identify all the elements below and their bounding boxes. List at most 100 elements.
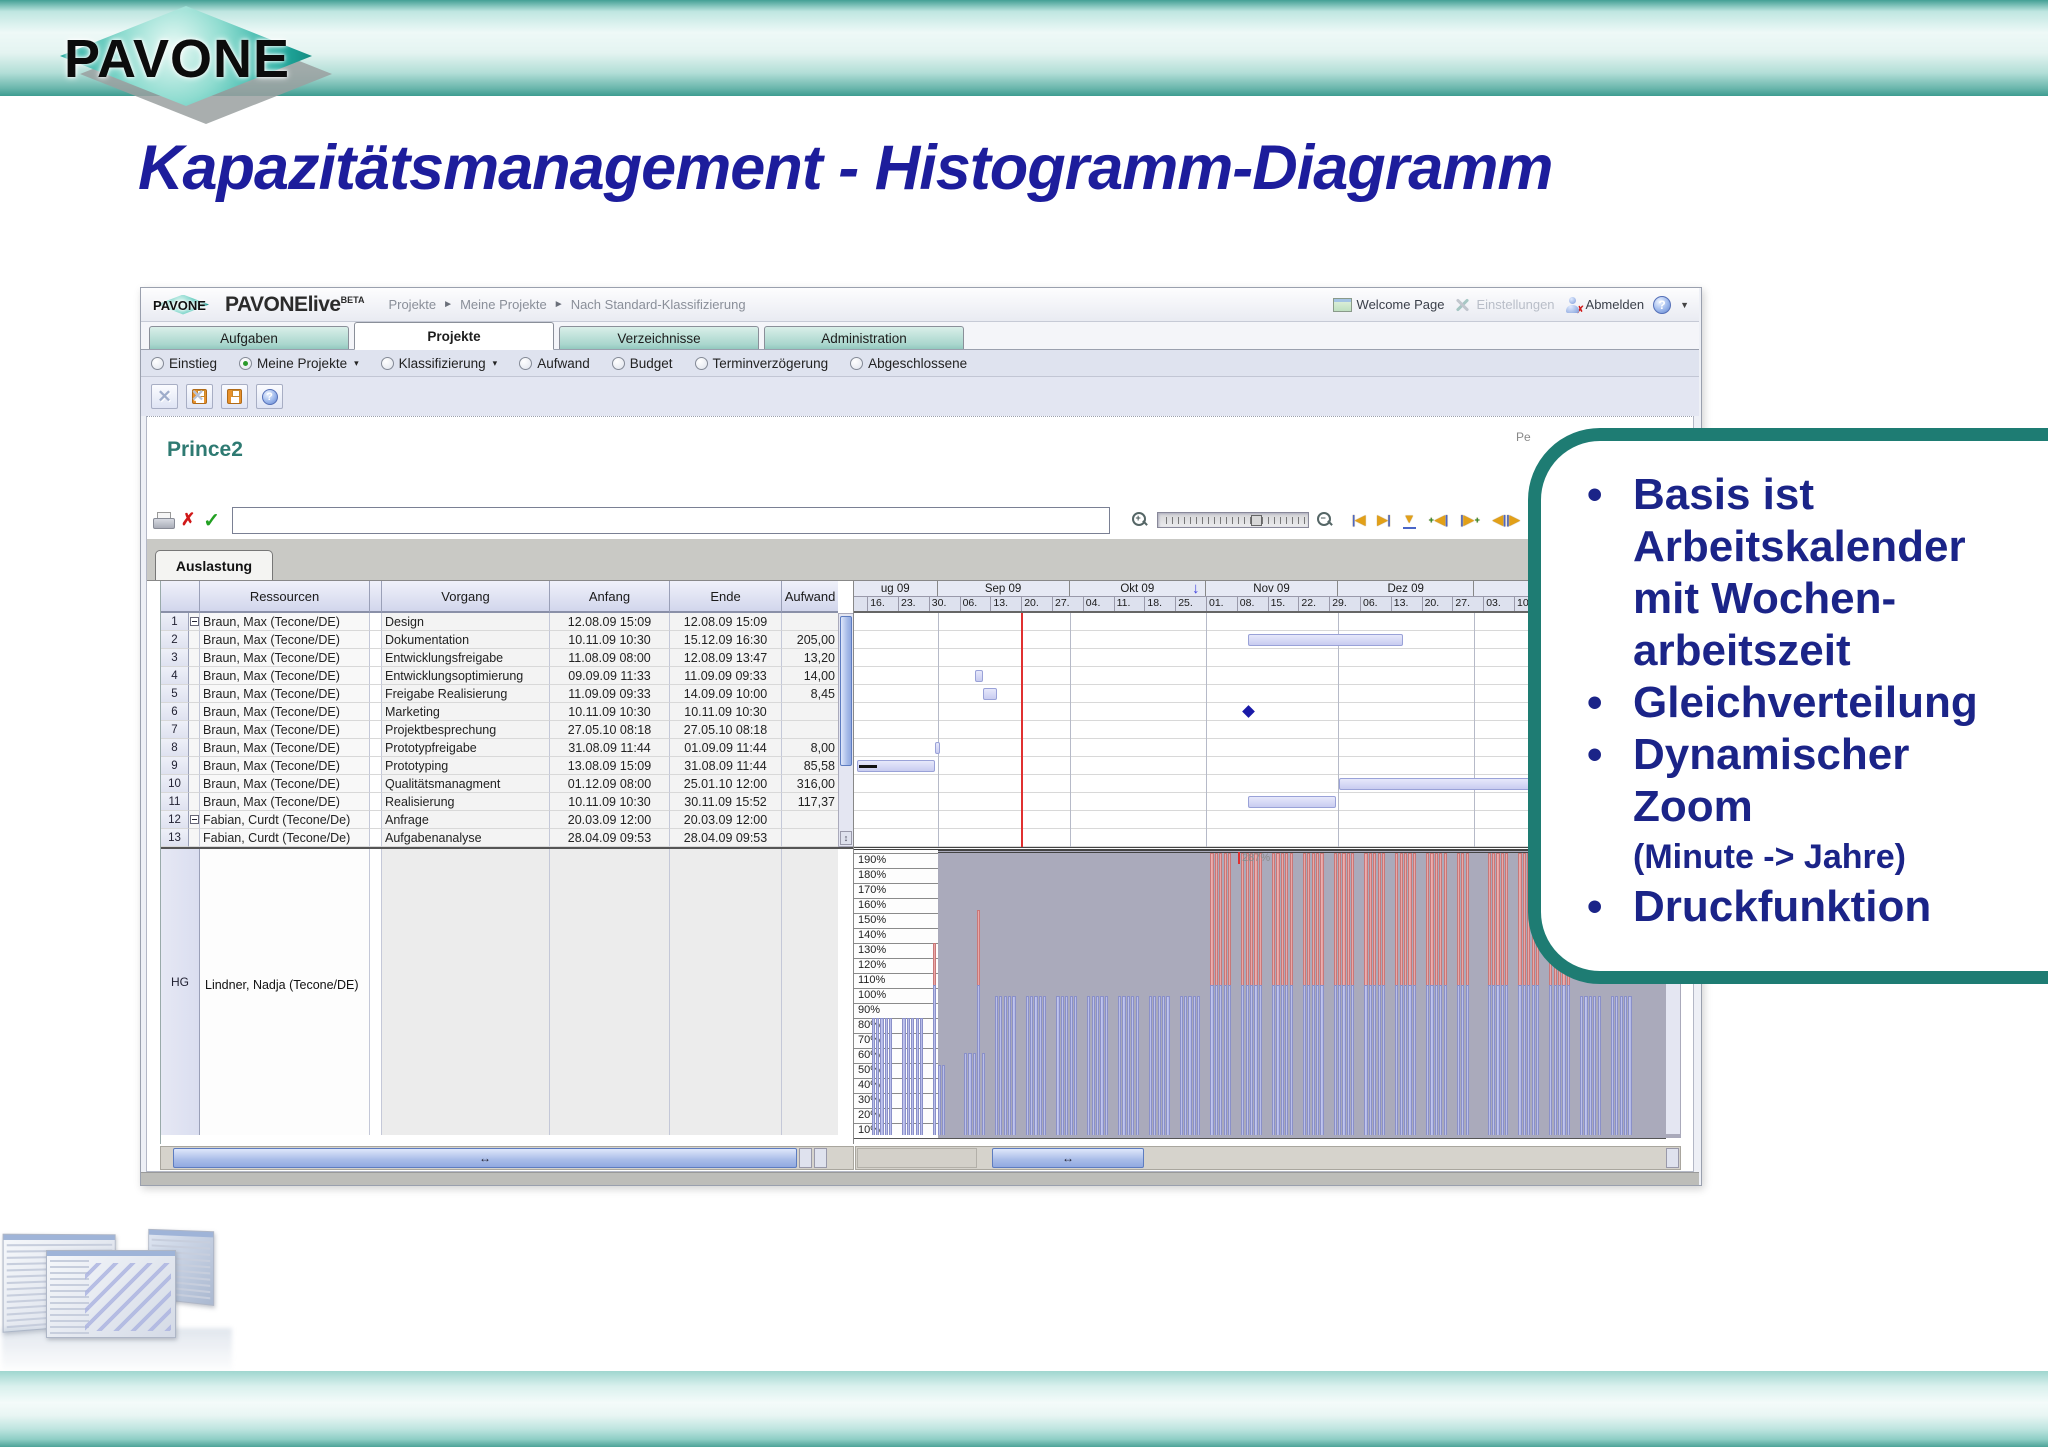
zoom-out-icon[interactable]: −	[1317, 511, 1334, 529]
gantt-hscrollbar-thumb[interactable]: ↔	[992, 1148, 1144, 1168]
tab-administration[interactable]: Administration	[764, 326, 964, 349]
prev-task-button[interactable]: + ◀ |	[1428, 512, 1449, 528]
command-input[interactable]	[232, 506, 1111, 534]
cell-end: 12.08.09 15:09	[670, 613, 782, 631]
chevron-down-icon[interactable]: ▾	[493, 358, 498, 369]
scroll-button[interactable]	[814, 1148, 827, 1168]
next-task-button[interactable]: | ▶ +	[1460, 512, 1481, 528]
scroll-track-left[interactable]	[857, 1148, 977, 1168]
table-hscrollbar-thumb[interactable]: ↔	[173, 1148, 797, 1168]
settings-button[interactable]: Einstellungen	[1453, 296, 1554, 314]
histogram-bar	[1219, 985, 1223, 1135]
header-ressourcen[interactable]: Ressourcen	[200, 581, 370, 613]
tab-projekte[interactable]: Projekte	[354, 322, 554, 350]
header-aufwand[interactable]: Aufwand	[782, 581, 838, 613]
confirm-icon[interactable]: ✓	[203, 508, 220, 533]
filter-label: Terminverzögerung	[712, 355, 829, 371]
logout-button[interactable]: ✗ Abmelden	[1564, 296, 1644, 316]
chevron-down-icon[interactable]: ▾	[354, 358, 359, 369]
table-row[interactable]: 5 Braun, Max (Tecone/DE) Freigabe Realisie…	[161, 685, 853, 703]
gantt-bar[interactable]	[1247, 796, 1337, 808]
gantt-bar[interactable]	[1247, 634, 1403, 646]
discard-save-button[interactable]: ✕	[186, 384, 213, 409]
scroll-button[interactable]	[1666, 1148, 1679, 1168]
help-button[interactable]: ?	[256, 384, 283, 409]
cell-gap	[370, 613, 382, 631]
go-first-button[interactable]: | ◀	[1352, 512, 1365, 528]
help-icon: ?	[261, 388, 278, 405]
help-icon[interactable]: ?	[1653, 295, 1672, 314]
filter-abgeschlossene[interactable]: Abgeschlossene	[850, 356, 967, 371]
histogram-bar	[1043, 995, 1047, 1135]
filter-label: Aufwand	[537, 355, 590, 371]
welcome-page-button[interactable]: Welcome Page	[1332, 297, 1444, 312]
filter-budget[interactable]: Budget	[611, 356, 673, 371]
collapse-icon[interactable]	[189, 617, 199, 626]
gantt-bar[interactable]	[935, 742, 940, 754]
table-row[interactable]: 13 Fabian, Curdt (Tecone/De) Aufgabenanaly…	[161, 829, 853, 847]
header-vorgang[interactable]: Vorgang	[382, 581, 550, 613]
filter-aufwand[interactable]: Aufwand	[519, 356, 590, 371]
table-row[interactable]: 12 Fabian, Curdt (Tecone/De) Anfrage 20.03.…	[161, 811, 853, 829]
filter-meine-projekte[interactable]: Meine Projekte ▾	[239, 356, 359, 371]
bullet-icon: •	[1587, 882, 1603, 931]
tab-verzeichnisse[interactable]: Verzeichnisse	[559, 326, 759, 349]
histogram-bar	[1426, 985, 1430, 1135]
histogram-overload-bar	[1307, 853, 1311, 985]
app-thumbnails	[2, 1228, 232, 1374]
histogram-overload-bar	[1241, 853, 1245, 985]
breadcrumb-item[interactable]: Nach Standard-Klassifizierung	[571, 297, 746, 312]
cell-task: Projektbesprechung	[382, 721, 550, 739]
timeline-marker-icon[interactable]: ↓	[1192, 581, 1200, 597]
hg-section: HG Lindner, Nadja (Tecone/DE)	[161, 847, 853, 1135]
breadcrumb-item[interactable]: Meine Projekte	[460, 297, 547, 312]
radio-icon	[850, 356, 864, 370]
filter-terminverz-gerung[interactable]: Terminverzögerung	[694, 355, 829, 371]
expand-cell	[189, 739, 200, 757]
filter-klassifizierung[interactable]: Klassifizierung ▾	[380, 356, 498, 371]
histogram-overload-bar	[1505, 853, 1509, 985]
histogram-bar	[1610, 995, 1614, 1135]
tab-aufgaben[interactable]: Aufgaben	[149, 326, 349, 349]
vscroll-resize-icon[interactable]: ↕	[840, 831, 852, 845]
table-row[interactable]: 4 Braun, Max (Tecone/DE) Entwicklungsoptim…	[161, 667, 853, 685]
histogram-bar	[1536, 985, 1540, 1135]
zoom-in-icon[interactable]: +	[1132, 511, 1149, 529]
histogram-bar	[964, 1052, 968, 1135]
table-row[interactable]: 2 Braun, Max (Tecone/DE) Dokumentation 10.1…	[161, 631, 853, 649]
print-icon[interactable]	[153, 511, 175, 529]
histogram-bar	[1162, 995, 1166, 1135]
histogram-bar	[994, 995, 998, 1135]
go-last-button[interactable]: ▶ |	[1377, 512, 1390, 528]
collapse-icon[interactable]	[189, 815, 199, 824]
zoom-slider-thumb[interactable]	[1251, 515, 1263, 526]
scroll-to-task-button[interactable]: ▼	[1402, 511, 1416, 529]
histogram-overload-bar	[1280, 853, 1284, 985]
table-vscrollbar-thumb[interactable]	[840, 616, 852, 766]
header-anfang[interactable]: Anfang	[550, 581, 670, 613]
table-row[interactable]: 6 Braun, Max (Tecone/DE) Marketing 10.11.09…	[161, 703, 853, 721]
histogram-bar	[937, 1064, 941, 1135]
table-row[interactable]: 9 Braun, Max (Tecone/DE) Prototyping 13.08.…	[161, 757, 853, 775]
histogram-bar	[1439, 985, 1443, 1135]
table-row[interactable]: 8 Braun, Max (Tecone/DE) Prototypfreigabe 3…	[161, 739, 853, 757]
gantt-bar[interactable]	[983, 688, 997, 700]
scroll-button[interactable]	[799, 1148, 812, 1168]
table-row[interactable]: 11 Braun, Max (Tecone/DE) Realisierung 10.1…	[161, 793, 853, 811]
filter-einstieg[interactable]: Einstieg	[151, 356, 217, 371]
histogram-bar	[1030, 995, 1034, 1135]
zoom-slider[interactable]	[1157, 512, 1310, 528]
save-button[interactable]	[221, 384, 248, 409]
breadcrumb-item[interactable]: Projekte	[388, 297, 436, 312]
close-button[interactable]: ✕	[151, 384, 178, 409]
header-ende[interactable]: Ende	[670, 581, 782, 613]
table-row[interactable]: 1 Braun, Max (Tecone/DE) Design 12.08.09 15…	[161, 613, 853, 631]
table-row[interactable]: 10 Braun, Max (Tecone/DE) Qualitätsmanagme…	[161, 775, 853, 793]
table-row[interactable]: 3 Braun, Max (Tecone/DE) Entwicklungsfreig…	[161, 649, 853, 667]
cancel-icon[interactable]: ✗	[181, 510, 195, 530]
gantt-bar[interactable]	[974, 670, 984, 682]
table-row[interactable]: 7 Braun, Max (Tecone/DE) Projektbesprechun…	[161, 721, 853, 739]
fit-view-button[interactable]: ◀ || ▶	[1493, 512, 1520, 528]
chevron-down-icon[interactable]: ▼	[1680, 300, 1689, 310]
tab-auslastung[interactable]: Auslastung	[155, 550, 273, 580]
